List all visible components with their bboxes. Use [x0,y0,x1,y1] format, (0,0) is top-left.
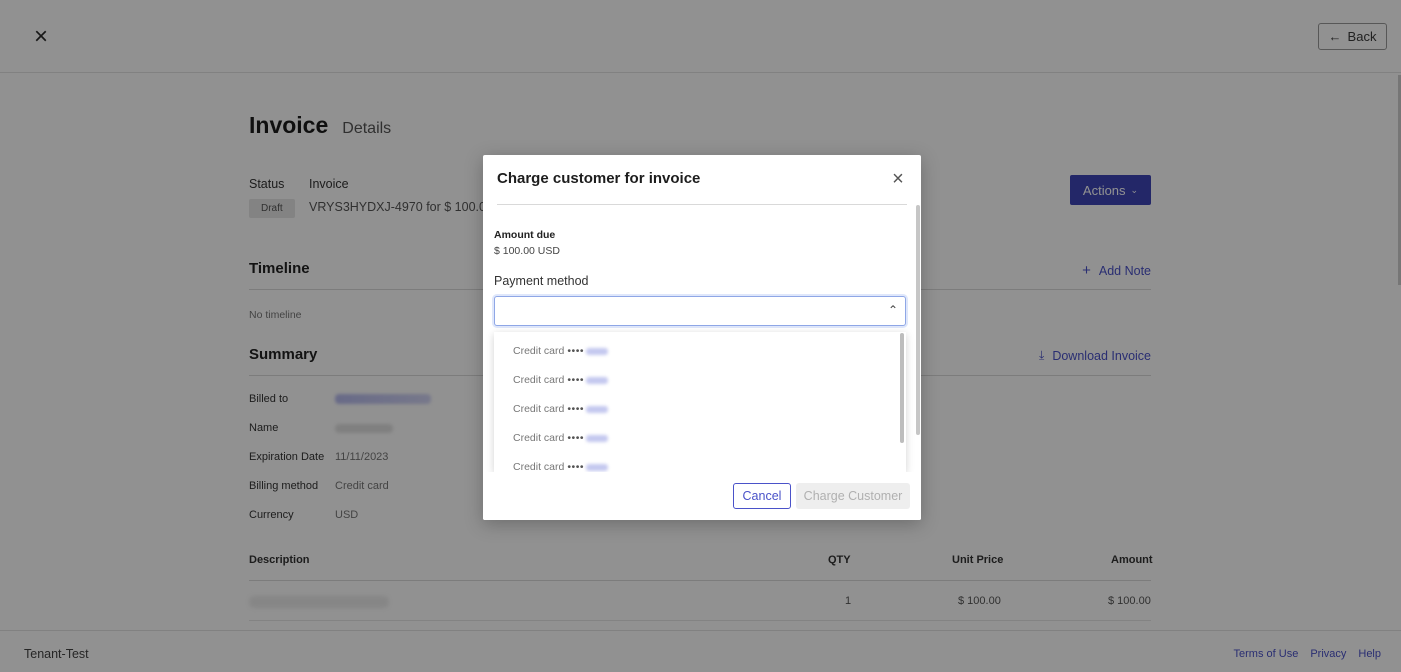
card-digits-redacted [586,405,609,413]
option-mask: •••• [567,432,585,444]
payment-method-select[interactable]: ⌃ [494,296,906,326]
option-label: Credit card [513,461,565,472]
amount-due-value: $ 100.00 USD [494,245,560,257]
dialog-divider [497,204,907,205]
option-mask: •••• [567,403,585,415]
chevron-up-icon: ⌃ [887,303,898,317]
dropdown-option[interactable]: Credit card •••• [494,419,906,448]
option-label: Credit card [513,374,565,386]
card-digits-redacted [586,376,609,384]
payment-method-dropdown: Credit card •••• Credit card •••• Credit c… [494,332,906,472]
close-icon[interactable]: × [888,169,908,189]
charge-customer-button[interactable]: Charge Customer [796,483,910,509]
dialog-title: Charge customer for invoice [497,170,701,187]
dropdown-scrollbar[interactable] [900,333,904,443]
option-label: Credit card [513,345,565,357]
dropdown-option[interactable]: Credit card •••• [494,332,906,361]
charge-customer-dialog: Charge customer for invoice × Amount due… [483,155,921,520]
option-label: Credit card [513,432,565,444]
dropdown-option[interactable]: Credit card •••• [494,390,906,419]
cancel-button[interactable]: Cancel [733,483,791,509]
payment-method-label: Payment method [494,274,589,288]
card-digits-redacted [586,347,609,355]
option-mask: •••• [567,374,585,386]
dropdown-option[interactable]: Credit card •••• [494,448,906,472]
amount-due-label: Amount due [494,229,556,241]
dropdown-option[interactable]: Credit card •••• [494,361,906,390]
dialog-scrollbar[interactable] [916,205,920,435]
option-mask: •••• [567,345,585,357]
option-mask: •••• [567,461,585,472]
option-label: Credit card [513,403,565,415]
dialog-footer: Cancel Charge Customer [483,472,921,520]
card-digits-redacted [586,434,609,442]
card-digits-redacted [586,463,609,471]
